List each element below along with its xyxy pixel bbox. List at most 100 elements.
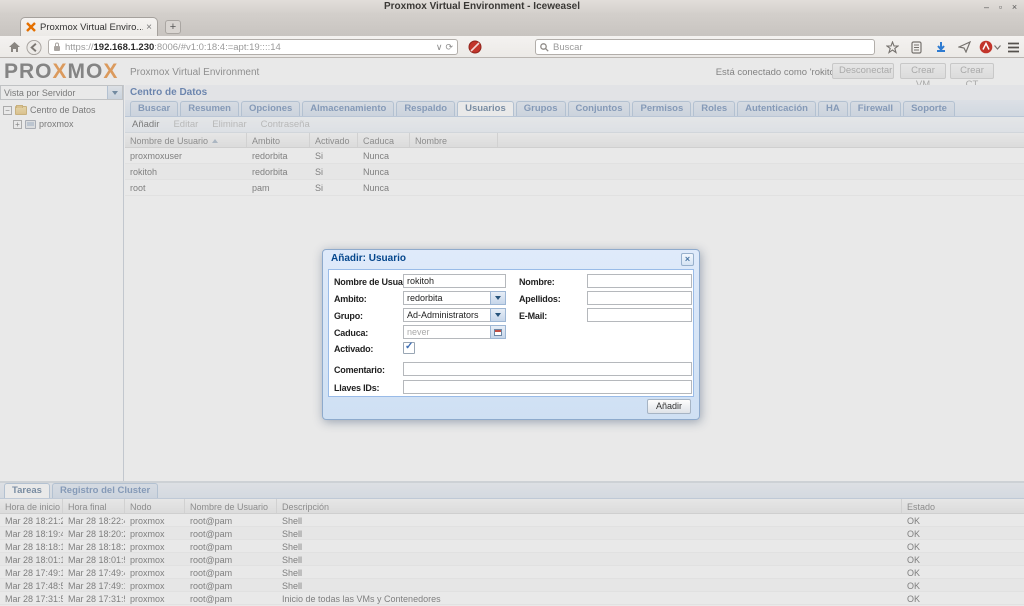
column-header-descripcion[interactable]: Descripción [277, 499, 902, 513]
tab-almacenamiento[interactable]: Almacenamiento [302, 101, 394, 116]
search-input[interactable] [553, 42, 870, 53]
adblock-caret-icon[interactable] [993, 39, 1001, 55]
add-user-button[interactable]: Añadir [132, 119, 159, 130]
tab-buscar[interactable]: Buscar [130, 101, 178, 116]
disconnect-button[interactable]: Desconectar [832, 63, 894, 79]
new-tab-button[interactable]: + [165, 20, 181, 34]
view-selector-combo[interactable]: Vista por Servidor [0, 85, 123, 100]
dialog-submit-button[interactable]: Añadir [647, 399, 691, 414]
column-header-nodo[interactable]: Nodo [125, 499, 185, 513]
tab-registro-cluster[interactable]: Registro del Cluster [52, 483, 158, 498]
downloads-icon[interactable] [933, 39, 949, 55]
realm-value: redorbita [403, 291, 490, 305]
column-header-usuario[interactable]: Nombre de Usuario [185, 499, 277, 513]
task-row[interactable]: Mar 28 18:21:21 Mar 28 18:22:49 proxmox … [0, 514, 1024, 527]
comment-field[interactable] [403, 362, 692, 376]
tab-roles[interactable]: Roles [693, 101, 735, 116]
column-header-nombre[interactable]: Nombre [410, 133, 498, 147]
url-dropdown-icon[interactable]: ∨ [436, 42, 443, 53]
task-row[interactable]: Mar 28 18:19:45 Mar 28 18:20:29 proxmox … [0, 527, 1024, 540]
user-row-root[interactable]: root pam Si Nunca [125, 180, 1024, 196]
tree-item-label: Centro de Datos [30, 105, 96, 115]
tab-opciones[interactable]: Opciones [241, 101, 300, 116]
lock-icon [53, 42, 61, 52]
window-maximize-button[interactable]: ▫ [995, 2, 1006, 12]
tab-usuarios[interactable]: Usuarios [457, 101, 514, 116]
user-row-proxmoxuser[interactable]: proxmoxuser redorbita Si Nunca [125, 148, 1024, 164]
combo-caret-icon[interactable] [490, 308, 506, 322]
tab-close-icon[interactable]: × [146, 22, 152, 33]
tab-ha[interactable]: HA [818, 101, 848, 116]
tree-item-datacenter[interactable]: − Centro de Datos [0, 105, 123, 115]
firstname-field[interactable] [587, 274, 692, 288]
task-row[interactable]: Mar 28 17:49:13 Mar 28 17:49:43 proxmox … [0, 566, 1024, 579]
expire-field[interactable] [403, 325, 490, 339]
tab-resumen[interactable]: Resumen [180, 101, 239, 116]
window-close-button[interactable]: × [1009, 2, 1020, 12]
email-field[interactable] [587, 308, 692, 322]
tab-grupos[interactable]: Grupos [516, 101, 566, 116]
lastname-field[interactable] [587, 291, 692, 305]
bookmarks-panel-icon[interactable] [908, 39, 924, 55]
add-user-dialog: Añadir: Usuario × Nombre de Usuario: Amb… [322, 249, 700, 420]
home-icon[interactable] [6, 39, 22, 55]
create-vm-button[interactable]: Crear VM [900, 63, 946, 79]
browser-tabstrip: Proxmox Virtual Enviro... × + [0, 14, 1024, 36]
url-bar[interactable]: https://192.168.1.230:8006/#v1:0:18:4:=a… [48, 39, 458, 55]
window-minimize-button[interactable]: – [981, 2, 992, 12]
task-row[interactable]: Mar 28 17:48:56 Mar 28 17:49:13 proxmox … [0, 579, 1024, 592]
tab-conjuntos[interactable]: Conjuntos [568, 101, 631, 116]
dialog-close-icon[interactable]: × [681, 253, 694, 266]
keys-field[interactable] [403, 380, 692, 394]
user-row-rokitoh[interactable]: rokitoh redorbita Si Nunca [125, 164, 1024, 180]
search-bar[interactable] [535, 39, 875, 55]
enabled-checkbox[interactable] [403, 342, 415, 354]
adblock-icon[interactable] [978, 39, 994, 55]
group-combo[interactable]: Ad-Administrators [403, 308, 506, 322]
column-header-username[interactable]: Nombre de Usuario [125, 133, 247, 147]
tab-respaldo[interactable]: Respaldo [396, 101, 455, 116]
task-row[interactable]: Mar 28 18:18:14 Mar 28 18:18:29 proxmox … [0, 540, 1024, 553]
tasks-grid-header: Hora de inicio Hora final Nodo Nombre de… [0, 499, 1024, 514]
realm-combo[interactable]: redorbita [403, 291, 506, 305]
combo-caret-icon[interactable] [490, 291, 506, 305]
share-plane-icon[interactable] [956, 39, 972, 55]
menu-hamburger-icon[interactable] [1005, 39, 1021, 55]
group-value: Ad-Administrators [403, 308, 490, 322]
column-header-hora-inicio[interactable]: Hora de inicio [0, 499, 63, 513]
combo-caret-icon[interactable] [107, 86, 122, 99]
calendar-icon[interactable] [490, 325, 506, 339]
username-field[interactable] [403, 274, 506, 288]
column-header-caduca[interactable]: Caduca [358, 133, 410, 147]
tab-tareas[interactable]: Tareas [4, 483, 50, 498]
sidebar: Vista por Servidor − Centro de Datos + p… [0, 85, 124, 481]
window-title: Proxmox Virtual Environment - Iceweasel [0, 1, 964, 12]
search-icon [540, 43, 549, 52]
breadcrumb: Centro de Datos [125, 85, 1024, 100]
realm-label: Ambito: [334, 294, 367, 304]
bottom-tabbar: Tareas Registro del Cluster [0, 483, 1024, 499]
reload-icon[interactable]: ⟳ [445, 42, 453, 53]
column-header-ambito[interactable]: Ambito [247, 133, 310, 147]
tree-item-node-proxmox[interactable]: + proxmox [0, 119, 123, 129]
tab-permisos[interactable]: Permisos [632, 101, 691, 116]
bookmark-star-icon[interactable] [884, 39, 900, 55]
column-header-hora-final[interactable]: Hora final [63, 499, 125, 513]
create-ct-button[interactable]: Crear CT [950, 63, 994, 79]
task-row[interactable]: Mar 28 18:01:17 Mar 28 18:01:59 proxmox … [0, 553, 1024, 566]
collapse-icon[interactable]: − [3, 106, 12, 115]
back-button[interactable] [26, 39, 42, 55]
tab-firewall[interactable]: Firewall [850, 101, 901, 116]
proxmox-favicon-icon [26, 22, 36, 32]
blocker-extension-icon[interactable] [467, 39, 483, 55]
task-row[interactable]: Mar 28 17:31:55 Mar 28 17:31:55 proxmox … [0, 592, 1024, 605]
expand-icon[interactable]: + [13, 120, 22, 129]
column-header-activado[interactable]: Activado [310, 133, 358, 147]
browser-tab[interactable]: Proxmox Virtual Enviro... × [20, 17, 158, 36]
browser-navbar: https://192.168.1.230:8006/#v1:0:18:4:=a… [0, 36, 1024, 58]
column-header-estado[interactable]: Estado [902, 499, 1024, 513]
panel-splitter[interactable] [0, 481, 1024, 483]
tab-autenticacion[interactable]: Autenticación [737, 101, 816, 116]
firstname-label: Nombre: [519, 277, 555, 287]
tab-soporte[interactable]: Soporte [903, 101, 955, 116]
